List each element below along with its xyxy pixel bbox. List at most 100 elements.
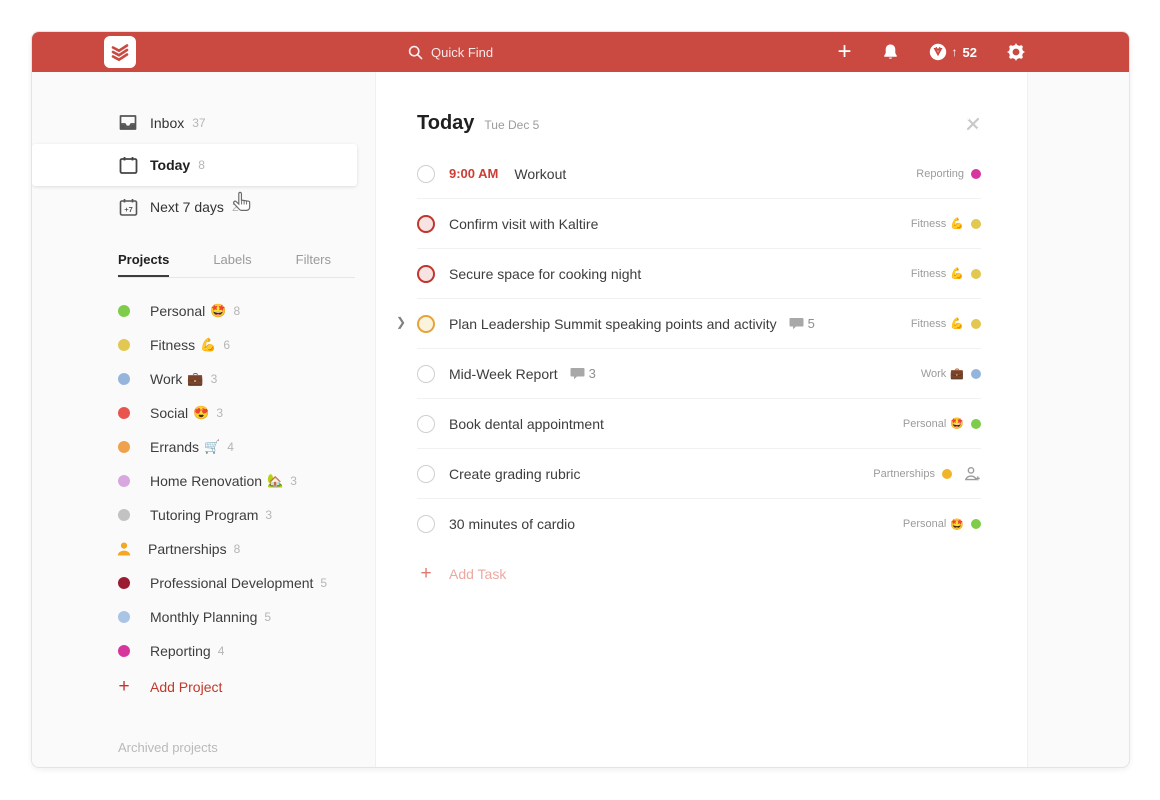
tab-labels[interactable]: Labels bbox=[213, 244, 251, 277]
task-complete-checkbox[interactable] bbox=[417, 215, 435, 233]
project-item-monthly-planning[interactable]: Monthly Planning5 bbox=[118, 600, 365, 634]
task-project-dot bbox=[971, 519, 981, 529]
task-title[interactable]: Create grading rubric bbox=[449, 466, 581, 482]
sidebar-tabs: Projects Labels Filters bbox=[118, 244, 355, 278]
svg-text:+7: +7 bbox=[124, 204, 133, 213]
project-name: Personal bbox=[150, 303, 205, 319]
task-complete-checkbox[interactable] bbox=[417, 315, 435, 333]
quick-find-search[interactable]: Quick Find bbox=[408, 32, 493, 72]
view-tools-icon[interactable] bbox=[965, 116, 981, 137]
project-name: Errands bbox=[150, 439, 199, 455]
task-project-label[interactable]: Fitness bbox=[911, 218, 946, 230]
project-emoji: 💪 bbox=[200, 337, 216, 353]
project-item-home-renovation[interactable]: Home Renovation 🏡 3 bbox=[118, 464, 365, 498]
assign-person-add-icon[interactable] bbox=[964, 466, 981, 482]
task-project-dot bbox=[971, 269, 981, 279]
project-item-fitness[interactable]: Fitness💪6 bbox=[118, 328, 365, 362]
shared-project-person-icon bbox=[116, 541, 132, 557]
task-complete-checkbox[interactable] bbox=[417, 365, 435, 383]
task-project-label[interactable]: Personal bbox=[903, 518, 946, 530]
project-name: Home Renovation bbox=[150, 473, 262, 489]
today-icon bbox=[118, 155, 138, 175]
archived-projects-link[interactable]: Archived projects bbox=[118, 740, 218, 755]
project-color-dot bbox=[118, 475, 130, 487]
task-row: Book dental appointmentPersonal🤩 bbox=[417, 399, 981, 449]
project-color-dot bbox=[118, 509, 130, 521]
task-row: Create grading rubric Partnerships bbox=[417, 449, 981, 499]
app-window: Quick Find + ↑ 52 bbox=[31, 31, 1130, 768]
project-item-errands[interactable]: Errands🛒4 bbox=[118, 430, 365, 464]
task-complete-checkbox[interactable] bbox=[417, 515, 435, 533]
sidebar-item-label: Today bbox=[150, 157, 190, 173]
task-title[interactable]: 30 minutes of cardio bbox=[449, 516, 575, 532]
project-item-tutoring-program[interactable]: Tutoring Program3 bbox=[118, 498, 365, 532]
project-item-reporting[interactable]: Reporting4 bbox=[118, 634, 365, 668]
project-item-professional-development[interactable]: Professional Development5 bbox=[118, 566, 365, 600]
karma-up-arrow: ↑ bbox=[952, 45, 958, 59]
project-color-dot bbox=[118, 407, 130, 419]
project-emoji: 🏡 bbox=[267, 473, 283, 489]
task-complete-checkbox[interactable] bbox=[417, 465, 435, 483]
task-title[interactable]: Workout bbox=[514, 166, 566, 182]
settings-gear-icon[interactable] bbox=[1007, 43, 1025, 61]
project-item-work[interactable]: Work 💼 3 bbox=[118, 362, 365, 396]
task-row: Secure space for cooking nightFitness💪 bbox=[417, 249, 981, 299]
task-project-dot bbox=[971, 169, 981, 179]
task-project-label[interactable]: Fitness bbox=[911, 318, 946, 330]
project-color-dot bbox=[118, 373, 130, 385]
sidebar-item-count: 8 bbox=[198, 158, 205, 172]
project-name: Monthly Planning bbox=[150, 609, 257, 625]
task-title[interactable]: Mid-Week Report bbox=[449, 366, 558, 382]
task-project-emoji: 💪 bbox=[950, 317, 964, 330]
karma-icon bbox=[929, 43, 947, 61]
project-item-partnerships[interactable]: Partnerships8 bbox=[118, 532, 365, 566]
project-count: 3 bbox=[211, 372, 218, 386]
add-task-button[interactable]: + Add Task bbox=[417, 551, 981, 597]
task-title[interactable]: Plan Leadership Summit speaking points a… bbox=[449, 316, 777, 332]
task-project-dot bbox=[971, 319, 981, 329]
main-content: Today Tue Dec 5 9:00 AMWorkoutReportingC… bbox=[375, 72, 1028, 767]
karma-score[interactable]: ↑ 52 bbox=[929, 43, 977, 61]
comment-count: 5 bbox=[808, 316, 815, 331]
notifications-bell-icon[interactable] bbox=[882, 43, 899, 61]
task-complete-checkbox[interactable] bbox=[417, 265, 435, 283]
search-icon bbox=[408, 45, 423, 60]
task-title[interactable]: Confirm visit with Kaltire bbox=[449, 216, 598, 232]
task-comments[interactable]: 3 bbox=[570, 366, 596, 381]
project-item-social[interactable]: Social😍3 bbox=[118, 396, 365, 430]
tab-projects[interactable]: Projects bbox=[118, 244, 169, 277]
view-header: Today Tue Dec 5 bbox=[376, 72, 1027, 149]
todoist-logo[interactable] bbox=[104, 36, 136, 68]
sidebar-item-inbox[interactable]: Inbox 37 bbox=[32, 102, 375, 144]
sidebar-item-label: Inbox bbox=[150, 115, 184, 131]
sidebar-item-next7[interactable]: +7Next 7 days20 bbox=[32, 186, 375, 228]
task-project-label[interactable]: Reporting bbox=[916, 168, 964, 180]
sidebar-item-today[interactable]: Today 8 bbox=[32, 144, 357, 186]
project-count: 3 bbox=[290, 474, 297, 488]
task-complete-checkbox[interactable] bbox=[417, 165, 435, 183]
project-item-personal[interactable]: Personal🤩8 bbox=[118, 294, 365, 328]
karma-count: 52 bbox=[963, 45, 977, 60]
task-list: 9:00 AMWorkoutReportingConfirm visit wit… bbox=[376, 149, 1027, 549]
sidebar-item-count: 37 bbox=[192, 116, 205, 130]
task-complete-checkbox[interactable] bbox=[417, 415, 435, 433]
sidebar-item-label: Next 7 days bbox=[150, 199, 224, 215]
task-title[interactable]: Book dental appointment bbox=[449, 416, 604, 432]
comment-count: 3 bbox=[589, 366, 596, 381]
project-emoji: 💼 bbox=[187, 371, 203, 387]
task-project-label[interactable]: Personal bbox=[903, 418, 946, 430]
sidebar: Inbox37Today8+7Next 7 days20 ProjectsLab… bbox=[32, 72, 375, 767]
add-task-topbar-button[interactable]: + bbox=[838, 40, 852, 64]
comment-bubble-icon bbox=[570, 367, 585, 380]
task-project-label[interactable]: Partnerships bbox=[873, 468, 935, 480]
project-name: Social bbox=[150, 405, 188, 421]
project-name: Work bbox=[150, 371, 182, 387]
task-title[interactable]: Secure space for cooking night bbox=[449, 266, 641, 282]
tab-filters[interactable]: Filters bbox=[296, 244, 331, 277]
task-comments[interactable]: 5 bbox=[789, 316, 815, 331]
task-project-label[interactable]: Work bbox=[921, 368, 946, 380]
project-count: 3 bbox=[216, 406, 223, 420]
expand-chevron-icon[interactable]: ❯ bbox=[396, 315, 406, 329]
task-project-label[interactable]: Fitness bbox=[911, 268, 946, 280]
add-project-button[interactable]: +Add Project bbox=[118, 668, 365, 706]
